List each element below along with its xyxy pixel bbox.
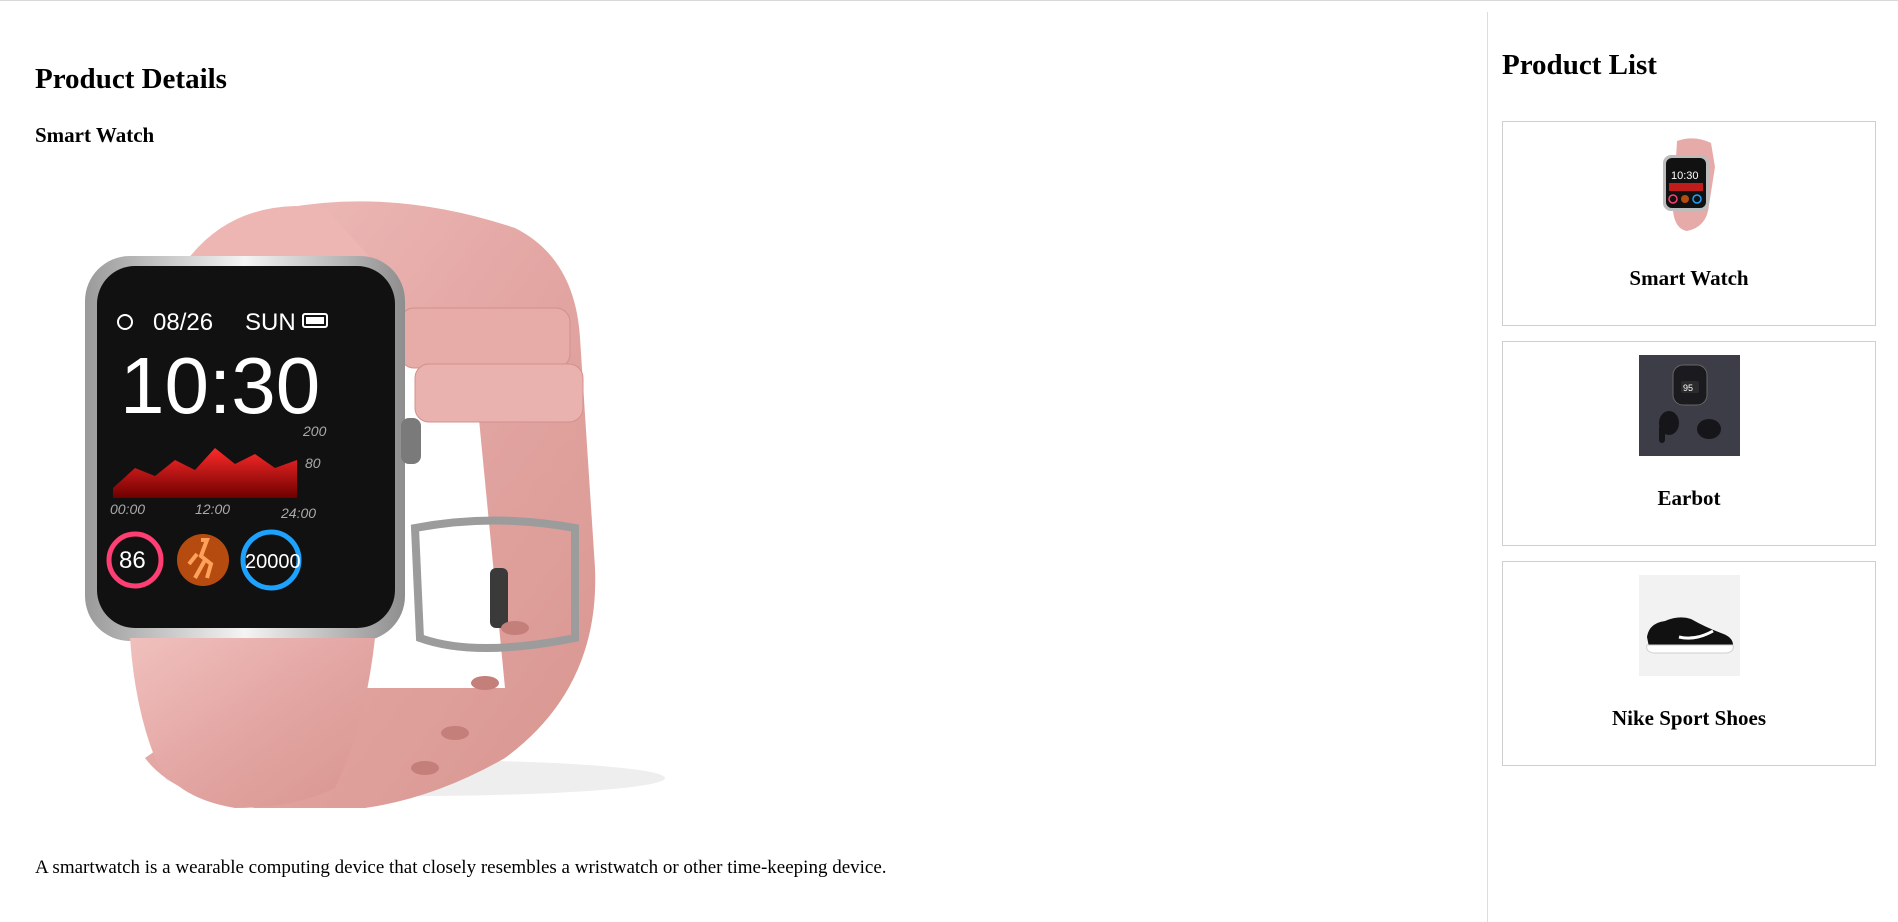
screen-time: 10:30: [120, 341, 320, 430]
product-list-sidebar: Product List 10:30 Smart Watch 95 Earbot: [1502, 0, 1882, 922]
screen-axis-mid: 12:00: [195, 501, 230, 517]
product-card-smart-watch[interactable]: 10:30 Smart Watch: [1502, 121, 1876, 326]
product-details-panel: Product Details Smart Watch 08/26 SUN 10…: [35, 0, 1475, 922]
smartwatch-thumbnail: 10:30: [1639, 135, 1740, 236]
product-card-label: Smart Watch: [1629, 266, 1749, 290]
product-name: Smart Watch: [35, 123, 155, 147]
page-title: Product Details: [35, 63, 227, 95]
product-description: A smartwatch is a wearable computing dev…: [35, 857, 887, 878]
screen-axis-start: 00:00: [110, 501, 145, 517]
sneaker-thumbnail: [1639, 575, 1740, 676]
product-card-label: Earbot: [1657, 486, 1721, 510]
screen-scale-low: 80: [305, 455, 321, 471]
screen-axis-end: 24:00: [280, 505, 316, 521]
product-card-nike-sport-shoes[interactable]: Nike Sport Shoes: [1502, 561, 1876, 766]
earbuds-thumbnail: 95: [1639, 355, 1740, 456]
svg-text:10:30: 10:30: [1671, 170, 1699, 182]
screen-scale-high: 200: [302, 423, 327, 439]
screen-heart-rate: 86: [119, 547, 146, 574]
screen-date: 08/26: [153, 309, 213, 336]
earbuds-case-display: 95: [1683, 383, 1693, 393]
product-list-title: Product List: [1502, 49, 1657, 81]
screen-day: SUN: [245, 309, 296, 336]
smartwatch-image: 08/26 SUN 10:30 200 80 00:00 12:00 24:00…: [85, 201, 665, 809]
product-card-earbot[interactable]: 95 Earbot: [1502, 341, 1876, 546]
panel-divider: [1487, 12, 1488, 922]
screen-steps: 20000: [245, 551, 301, 573]
product-card-label: Nike Sport Shoes: [1611, 706, 1767, 730]
